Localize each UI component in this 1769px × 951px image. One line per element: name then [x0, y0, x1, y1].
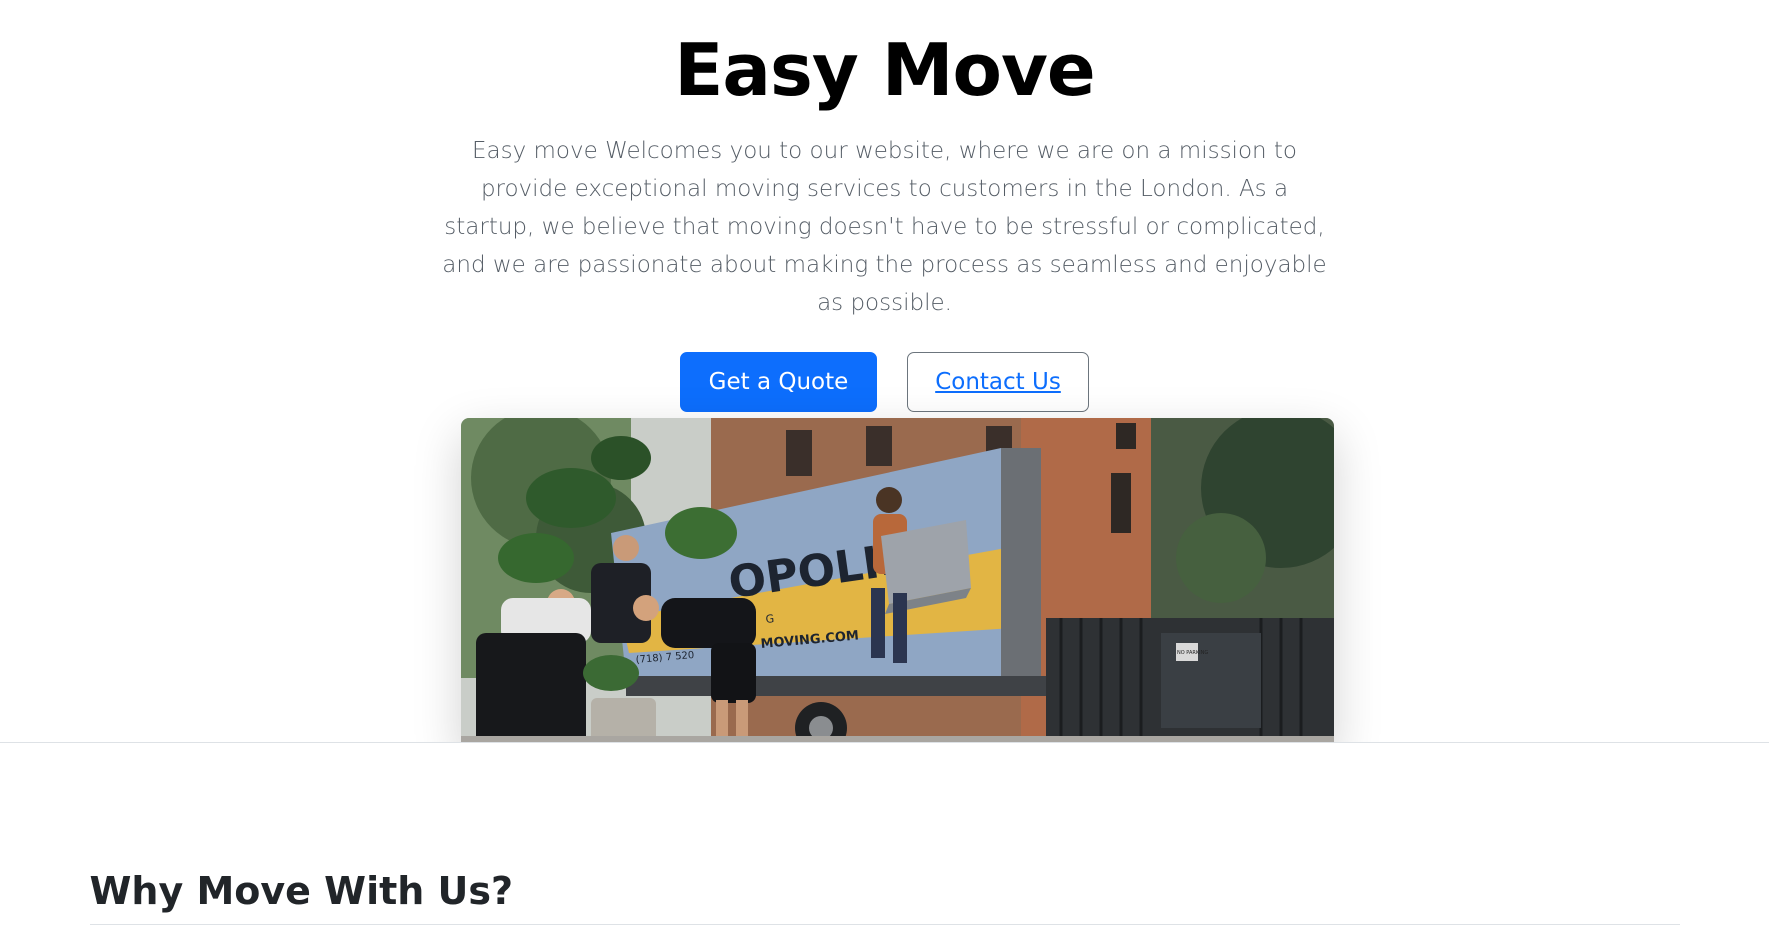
- get-quote-button[interactable]: Get a Quote: [680, 352, 877, 412]
- page-title: Easy Move: [674, 28, 1096, 112]
- contact-us-button[interactable]: Contact Us: [907, 352, 1089, 412]
- features-section: Why Move With Us?: [89, 743, 1680, 925]
- no-parking-sign: NO PARKING: [1177, 650, 1208, 656]
- hero-section: Easy Move Easy move Welcomes you to our …: [0, 0, 1769, 743]
- hero-lead-text: Easy move Welcomes you to our website, w…: [442, 138, 1327, 316]
- features-heading: Why Move With Us?: [89, 743, 1680, 925]
- hero-buttons: Get a Quote Contact Us: [0, 352, 1769, 412]
- hero-image: OPOLIS MOVING.COM G (718) 7 520 NO PARKI…: [461, 418, 1334, 742]
- truck-subtitle-text: G: [765, 612, 775, 626]
